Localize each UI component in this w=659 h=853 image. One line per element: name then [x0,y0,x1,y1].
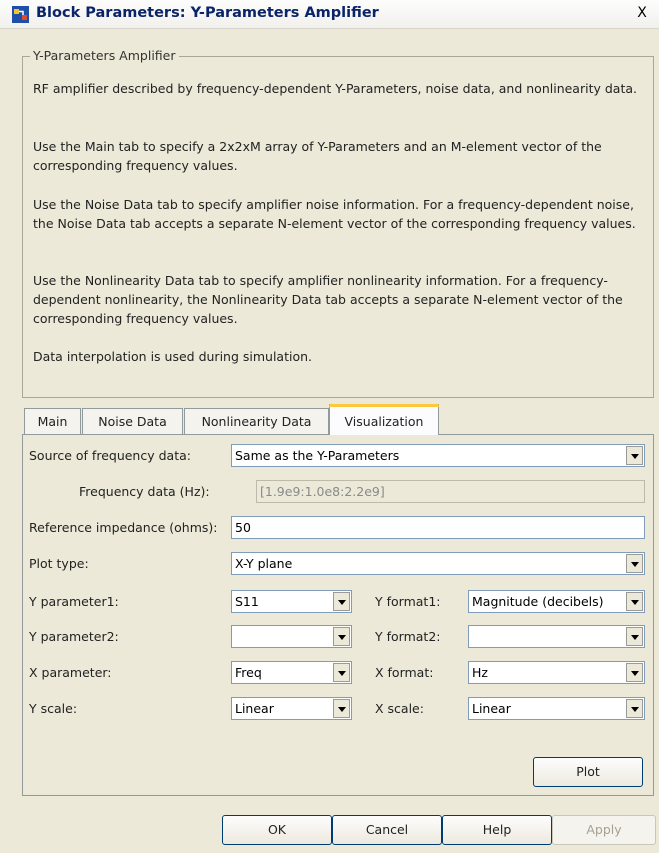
chevron-down-icon[interactable] [626,554,643,573]
y-scale-label: Y scale: [29,701,78,716]
cancel-button[interactable]: Cancel [332,815,442,845]
y-scale-value: Linear [235,701,274,716]
x-format-value: Hz [472,665,488,680]
tab-visualization[interactable]: Visualization [329,404,439,435]
y-scale-dropdown[interactable]: Linear [231,697,352,720]
freq-data-label: Frequency data (Hz): [79,484,210,499]
y-param2-dropdown[interactable] [231,625,352,648]
ref-impedance-field[interactable]: 50 [231,516,645,539]
description-paragraph: Data interpolation is used during simula… [33,349,313,364]
description-paragraph: Use the Main tab to specify a 2x2xM arra… [33,139,602,173]
y-format2-label: Y format2: [375,629,441,644]
description-paragraph: Use the Nonlinearity Data tab to specify… [33,273,623,326]
chevron-down-icon[interactable] [333,627,350,646]
source-freq-label: Source of frequency data: [29,448,191,463]
y-format1-value: Magnitude (decibels) [472,594,604,609]
chevron-down-icon[interactable] [333,592,350,611]
x-scale-dropdown[interactable]: Linear [468,697,645,720]
x-format-dropdown[interactable]: Hz [468,661,645,684]
ok-button[interactable]: OK [222,815,332,845]
y-param2-label: Y parameter2: [29,629,119,644]
chevron-down-icon[interactable] [333,663,350,682]
plot-type-dropdown[interactable]: X-Y plane [231,552,645,575]
x-scale-label: X scale: [375,701,424,716]
description-paragraph: RF amplifier described by frequency-depe… [33,81,637,96]
apply-button: Apply [552,815,656,845]
x-format-label: X format: [375,665,434,680]
y-param1-value: S11 [235,594,259,609]
ref-impedance-value: 50 [235,520,251,535]
tab-nonlinearity-data[interactable]: Nonlinearity Data [184,408,329,434]
freq-data-field: [1.9e9:1.0e8:2.2e9] [256,480,645,503]
window-title: Block Parameters: Y-Parameters Amplifier [36,5,379,21]
x-param-dropdown[interactable]: Freq [231,661,352,684]
source-freq-value: Same as the Y-Parameters [235,448,400,463]
y-format1-dropdown[interactable]: Magnitude (decibels) [468,590,645,613]
chevron-down-icon[interactable] [626,663,643,682]
plot-type-label: Plot type: [29,556,89,571]
y-format1-label: Y format1: [375,594,441,609]
y-param1-label: Y parameter1: [29,594,119,609]
description-group-title: Y-Parameters Amplifier [30,48,179,63]
chevron-down-icon[interactable] [333,699,350,718]
plot-button[interactable]: Plot [533,757,643,787]
help-button[interactable]: Help [442,815,552,845]
x-param-value: Freq [235,665,262,680]
y-param1-dropdown[interactable]: S11 [231,590,352,613]
y-format2-dropdown[interactable] [468,625,645,648]
chevron-down-icon[interactable] [626,627,643,646]
description-paragraph: Use the Noise Data tab to specify amplif… [33,197,636,231]
ref-impedance-label: Reference impedance (ohms): [29,520,218,535]
chevron-down-icon[interactable] [626,446,643,465]
freq-data-value: [1.9e9:1.0e8:2.2e9] [260,484,385,499]
chevron-down-icon[interactable] [626,699,643,718]
tab-main[interactable]: Main [24,408,81,434]
plot-type-value: X-Y plane [235,556,293,571]
x-scale-value: Linear [472,701,511,716]
chevron-down-icon[interactable] [626,592,643,611]
simulink-block-icon [12,6,29,23]
close-icon[interactable]: X [634,5,650,22]
source-freq-dropdown[interactable]: Same as the Y-Parameters [231,444,645,467]
tab-noise-data[interactable]: Noise Data [82,408,183,434]
x-param-label: X parameter: [29,665,112,680]
